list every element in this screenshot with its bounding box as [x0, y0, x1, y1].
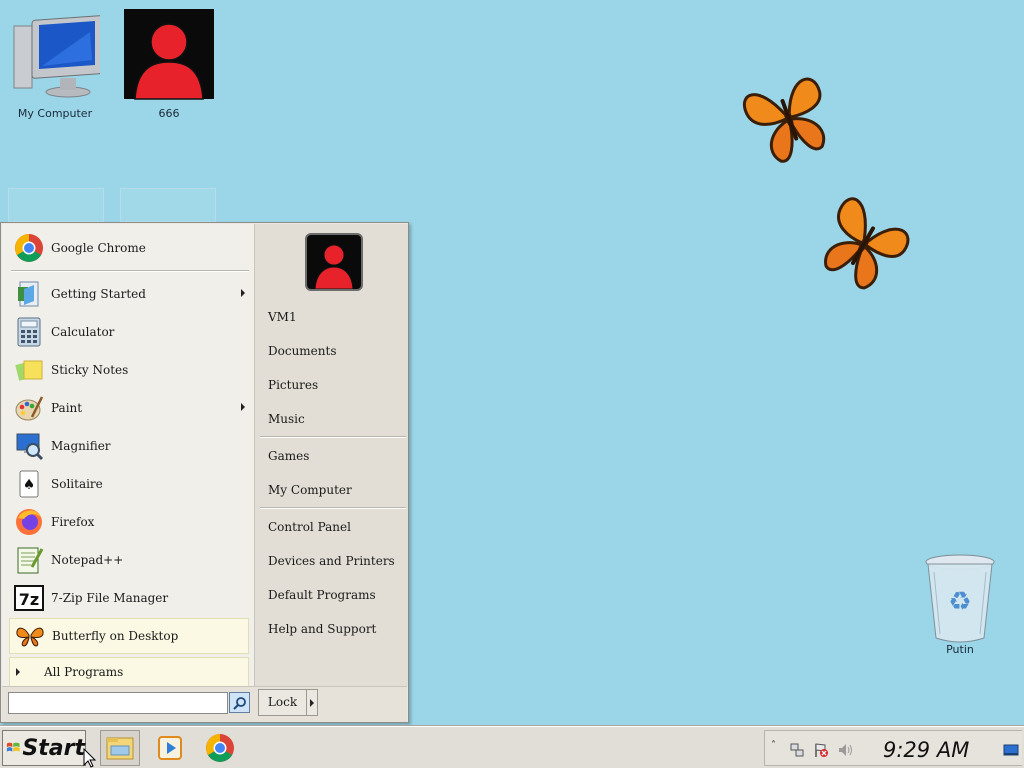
- folder-icon: [106, 737, 134, 760]
- start-link-pictures[interactable]: Pictures: [268, 378, 318, 392]
- start-menu-places-pane: VM1 Documents Pictures Music Games My Co…: [254, 224, 408, 686]
- getting-started-icon: [13, 278, 45, 310]
- 7zip-icon: 7z: [13, 582, 45, 614]
- show-hidden-icons-button[interactable]: ˄: [771, 740, 776, 751]
- desktop-icon-user-666[interactable]: 666: [121, 8, 217, 120]
- mouse-cursor-icon: [83, 748, 97, 768]
- start-item-getting-started[interactable]: Getting Started: [9, 276, 249, 312]
- start-item-label: Google Chrome: [51, 241, 146, 255]
- menu-separator: [11, 270, 249, 272]
- start-item-label: Sticky Notes: [51, 363, 129, 377]
- desktop-icon-placeholder[interactable]: [120, 188, 216, 222]
- user-icon: [124, 9, 214, 100]
- start-link-documents[interactable]: Documents: [268, 344, 336, 358]
- expand-arrow-icon: [16, 668, 20, 676]
- start-item-paint[interactable]: Paint: [9, 390, 249, 426]
- submenu-arrow-icon: [241, 403, 245, 411]
- taskbar-media-player[interactable]: [150, 730, 190, 766]
- start-link-devices-and-printers[interactable]: Devices and Printers: [268, 554, 395, 568]
- chrome-icon: [13, 232, 45, 264]
- all-programs-button[interactable]: All Programs: [9, 657, 249, 687]
- start-item-label: Solitaire: [51, 477, 103, 491]
- sticky-notes-icon: [13, 354, 45, 386]
- firefox-icon: [13, 506, 45, 538]
- start-item-firefox[interactable]: Firefox: [9, 504, 249, 540]
- start-item-label: Paint: [51, 401, 83, 415]
- butterfly-icon: [14, 620, 46, 652]
- user-avatar[interactable]: [305, 233, 363, 291]
- search-icon: [232, 696, 246, 710]
- start-item-sticky-notes[interactable]: Sticky Notes: [9, 352, 249, 388]
- volume-icon[interactable]: [837, 742, 853, 758]
- start-link-help-and-support[interactable]: Help and Support: [268, 622, 376, 636]
- chrome-icon: [206, 734, 234, 762]
- desktop-icon-recycle-bin[interactable]: ♻ Putin: [912, 550, 1008, 656]
- svg-text:♠: ♠: [23, 477, 36, 493]
- start-item-label: Firefox: [51, 515, 95, 529]
- computer-icon: [13, 15, 103, 98]
- desktop-icon-placeholder[interactable]: [8, 188, 104, 222]
- action-center-flag-icon[interactable]: [813, 742, 829, 758]
- start-item-solitaire[interactable]: ♠ Solitaire: [9, 466, 249, 502]
- windows-logo-icon: [6, 742, 20, 752]
- desktop-icon-label: 666: [158, 107, 180, 120]
- taskbar-google-chrome[interactable]: [200, 730, 240, 766]
- svg-text:♻: ♻: [948, 587, 971, 617]
- svg-text:7z: 7z: [19, 590, 39, 609]
- start-item-label: Getting Started: [51, 287, 146, 301]
- start-item-label: 7-Zip File Manager: [51, 591, 169, 605]
- show-desktop-icon[interactable]: [1003, 742, 1019, 758]
- network-icon[interactable]: [789, 742, 805, 758]
- calculator-icon: [13, 316, 45, 348]
- start-item-google-chrome[interactable]: Google Chrome: [9, 230, 249, 266]
- menu-separator: [260, 436, 406, 438]
- start-link-user-folder[interactable]: VM1: [268, 310, 297, 324]
- user-icon: [307, 235, 361, 289]
- start-search-input[interactable]: [8, 692, 228, 714]
- start-item-7zip[interactable]: 7z 7-Zip File Manager: [9, 580, 249, 616]
- desktop-icon-label: My Computer: [17, 107, 93, 120]
- start-button-label: Start: [22, 735, 85, 761]
- start-item-notepad-plus-plus[interactable]: Notepad++: [9, 542, 249, 578]
- lock-button[interactable]: Lock: [258, 689, 318, 716]
- start-menu-programs-pane: Google Chrome Getting Started Calculator…: [2, 224, 254, 687]
- all-programs-label: All Programs: [44, 665, 124, 679]
- search-button[interactable]: [229, 692, 250, 713]
- taskbar: Start ˄ 9:29 AM: [0, 726, 1024, 768]
- start-item-label: Magnifier: [51, 439, 111, 453]
- start-button[interactable]: Start: [2, 730, 86, 766]
- start-link-music[interactable]: Music: [268, 412, 305, 426]
- start-link-default-programs[interactable]: Default Programs: [268, 588, 376, 602]
- start-item-label: Butterfly on Desktop: [52, 629, 179, 643]
- menu-separator: [260, 507, 406, 509]
- butterfly-image: [824, 197, 910, 290]
- start-link-games[interactable]: Games: [268, 449, 309, 463]
- system-tray: ˄ 9:29 AM: [764, 730, 1022, 766]
- butterfly-image: [742, 77, 826, 163]
- start-item-label: Notepad++: [51, 553, 124, 567]
- notepad-plus-plus-icon: [13, 544, 45, 576]
- recycle-bin-icon: ♻: [925, 554, 995, 643]
- magnifier-icon: [13, 430, 45, 462]
- submenu-arrow-icon: [241, 289, 245, 297]
- start-item-label: Calculator: [51, 325, 115, 339]
- solitaire-icon: ♠: [13, 468, 45, 500]
- start-menu: Google Chrome Getting Started Calculator…: [0, 222, 409, 723]
- start-link-control-panel[interactable]: Control Panel: [268, 520, 351, 534]
- desktop-icon-my-computer[interactable]: My Computer: [7, 8, 103, 120]
- media-player-icon: [158, 736, 182, 760]
- taskbar-file-explorer[interactable]: [100, 730, 140, 766]
- chevron-right-icon[interactable]: [310, 698, 314, 707]
- start-link-my-computer[interactable]: My Computer: [268, 483, 352, 497]
- lock-button-label: Lock: [259, 690, 307, 715]
- clock[interactable]: 9:29 AM: [883, 738, 969, 762]
- start-item-calculator[interactable]: Calculator: [9, 314, 249, 350]
- start-item-magnifier[interactable]: Magnifier: [9, 428, 249, 464]
- start-item-butterfly-on-desktop[interactable]: Butterfly on Desktop: [9, 618, 249, 654]
- paint-icon: [13, 392, 45, 424]
- start-menu-bottom-bar: Lock: [2, 686, 407, 722]
